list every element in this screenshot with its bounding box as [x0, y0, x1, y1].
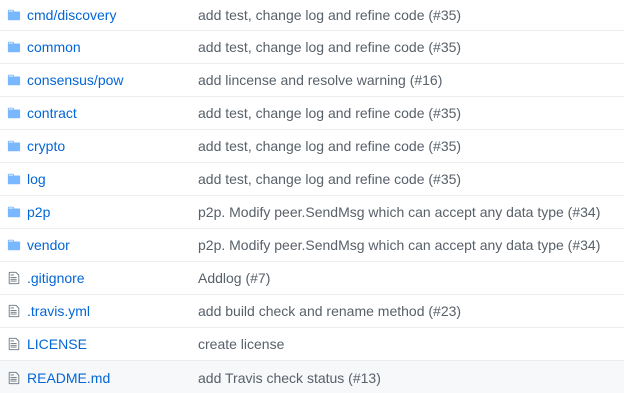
- table-row: consensus/pow add lincense and resolve w…: [0, 64, 624, 97]
- commit-message-link[interactable]: add test, change log and refine code (#3…: [190, 171, 624, 187]
- file-name-link[interactable]: contract: [27, 105, 190, 121]
- file-name-link[interactable]: .gitignore: [27, 270, 190, 286]
- file-list: cmd/discovery add test, change log and r…: [0, 0, 624, 393]
- file-name-link[interactable]: crypto: [27, 138, 190, 154]
- commit-message-link[interactable]: add build check and rename method (#23): [190, 303, 624, 319]
- commit-message-link[interactable]: p2p. Modify peer.SendMsg which can accep…: [190, 237, 624, 253]
- folder-icon: [0, 139, 27, 153]
- commit-message-link[interactable]: create license: [190, 336, 624, 352]
- file-icon: [0, 337, 27, 351]
- folder-icon: [0, 40, 27, 54]
- folder-icon: [0, 205, 27, 219]
- file-name-link[interactable]: log: [27, 171, 190, 187]
- table-row: LICENSE create license: [0, 328, 624, 361]
- commit-message-link[interactable]: add test, change log and refine code (#3…: [190, 105, 624, 121]
- file-icon: [0, 304, 27, 318]
- file-name-link[interactable]: consensus/pow: [27, 72, 190, 88]
- folder-icon: [0, 172, 27, 186]
- file-icon: [0, 271, 27, 285]
- file-name-link[interactable]: LICENSE: [27, 336, 190, 352]
- commit-message-link[interactable]: add Travis check status (#13): [190, 370, 624, 386]
- commit-message-link[interactable]: add lincense and resolve warning (#16): [190, 72, 624, 88]
- file-name-link[interactable]: README.md: [27, 370, 190, 386]
- file-name-link[interactable]: common: [27, 39, 190, 55]
- table-row: contract add test, change log and refine…: [0, 97, 624, 130]
- table-row: README.md add Travis check status (#13): [0, 361, 624, 393]
- file-icon: [0, 371, 27, 385]
- table-row: crypto add test, change log and refine c…: [0, 130, 624, 163]
- file-name-link[interactable]: p2p: [27, 204, 190, 220]
- table-row: .gitignore Addlog (#7): [0, 262, 624, 295]
- commit-message-link[interactable]: add test, change log and refine code (#3…: [190, 138, 624, 154]
- folder-icon: [0, 8, 27, 22]
- file-name-link[interactable]: cmd/discovery: [27, 7, 190, 23]
- file-name-link[interactable]: .travis.yml: [27, 303, 190, 319]
- folder-icon: [0, 106, 27, 120]
- table-row: cmd/discovery add test, change log and r…: [0, 0, 624, 31]
- table-row: p2p p2p. Modify peer.SendMsg which can a…: [0, 196, 624, 229]
- folder-icon: [0, 73, 27, 87]
- table-row: log add test, change log and refine code…: [0, 163, 624, 196]
- commit-message-link[interactable]: add test, change log and refine code (#3…: [190, 39, 624, 55]
- file-name-link[interactable]: vendor: [27, 237, 190, 253]
- commit-message-link[interactable]: Addlog (#7): [190, 270, 624, 286]
- commit-message-link[interactable]: p2p. Modify peer.SendMsg which can accep…: [190, 204, 624, 220]
- commit-message-link[interactable]: add test, change log and refine code (#3…: [190, 7, 624, 23]
- table-row: common add test, change log and refine c…: [0, 31, 624, 64]
- table-row: vendor p2p. Modify peer.SendMsg which ca…: [0, 229, 624, 262]
- folder-icon: [0, 238, 27, 252]
- table-row: .travis.yml add build check and rename m…: [0, 295, 624, 328]
